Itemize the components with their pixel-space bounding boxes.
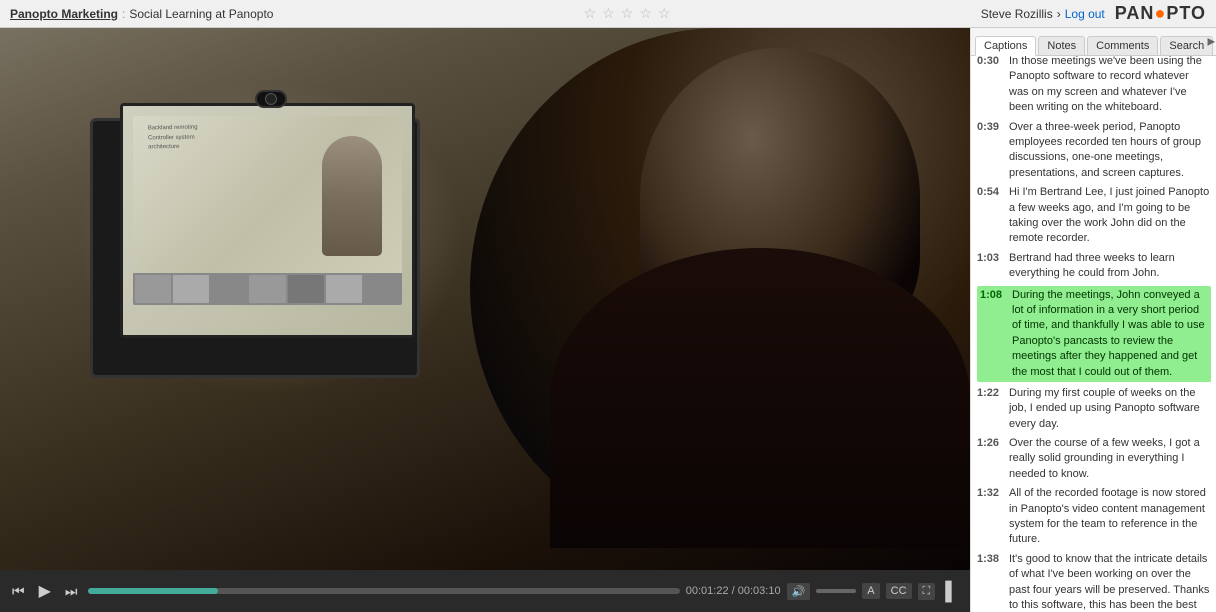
caption-time: 0:39 [977, 120, 1005, 182]
topbar-subtitle: Social Learning at Panopto [129, 7, 273, 21]
logout-link[interactable]: Log out [1065, 7, 1105, 21]
user-separator: › [1057, 7, 1061, 21]
captions-panel: Captions Notes Comments Search ▶ 0:03Hi … [970, 28, 1216, 612]
caption-entry[interactable]: 0:54Hi I'm Bertrand Lee, I just joined P… [977, 185, 1211, 247]
volume-button[interactable]: 🔊 [787, 583, 811, 600]
caption-text: In those meetings we've been using the P… [1009, 56, 1211, 116]
caption-time: 1:03 [977, 251, 1005, 282]
time-total: 00:03:10 [738, 585, 781, 597]
caption-time: 1:38 [977, 552, 1005, 612]
quality-button[interactable]: ▌ [941, 579, 962, 604]
caption-time: 1:32 [977, 486, 1005, 548]
star-3[interactable]: ☆ [621, 5, 634, 22]
aa-button[interactable]: A [862, 583, 879, 599]
caption-text: During my first couple of weeks on the j… [1009, 386, 1211, 432]
caption-entry[interactable]: 0:39Over a three-week period, Panopto em… [977, 120, 1211, 182]
tab-notes[interactable]: Notes [1038, 36, 1085, 55]
caption-text: All of the recorded footage is now store… [1009, 486, 1211, 548]
caption-entry[interactable]: 1:08During the meetings, John conveyed a… [977, 286, 1211, 382]
fullscreen-button[interactable]: ⛶ [918, 583, 936, 600]
caption-text: Over the course of a few weeks, I got a … [1009, 436, 1211, 482]
caption-entry[interactable]: 0:30In those meetings we've been using t… [977, 56, 1211, 116]
panopto-logo: PAN●PTO [1115, 3, 1206, 24]
caption-text: Bertrand had three weeks to learn everyt… [1009, 251, 1211, 282]
tab-comments[interactable]: Comments [1087, 36, 1158, 55]
topbar-user: Steve Rozillis › Log out [981, 7, 1105, 21]
video-area: Backland remoting Controller system arch… [0, 28, 970, 612]
volume-bar[interactable] [816, 589, 856, 593]
caption-time: 1:26 [977, 436, 1005, 482]
caption-entry[interactable]: 1:32All of the recorded footage is now s… [977, 486, 1211, 548]
time-current: 00:01:22 [686, 585, 729, 597]
tab-arrow-right[interactable]: ▶ [1208, 36, 1216, 47]
topbar: Panopto Marketing : Social Learning at P… [0, 0, 1216, 28]
caption-text: Over a three-week period, Panopto employ… [1009, 120, 1211, 182]
progress-fill [88, 588, 218, 594]
tab-search[interactable]: Search [1160, 36, 1213, 55]
caption-time: 1:08 [980, 288, 1008, 380]
captions-tabs: Captions Notes Comments Search ▶ [971, 28, 1216, 56]
progress-bar[interactable] [88, 588, 680, 594]
tab-captions[interactable]: Captions [975, 36, 1036, 56]
caption-entry[interactable]: 1:26Over the course of a few weeks, I go… [977, 436, 1211, 482]
caption-entry[interactable]: 1:03Bertrand had three weeks to learn ev… [977, 251, 1211, 282]
captions-content[interactable]: 0:03Hi I'm John Ketchpaw and this Friday… [971, 56, 1216, 612]
time-display: 00:01:22 / 00:03:10 [686, 585, 781, 597]
main-layout: Backland remoting Controller system arch… [0, 28, 1216, 612]
caption-text: During the meetings, John conveyed a lot… [1012, 288, 1208, 380]
controls-bar: ⏮ ▶ ⏭ 00:01:22 / 00:03:10 🔊 A CC ⛶ ▌ [0, 570, 970, 612]
caption-time: 0:30 [977, 56, 1005, 116]
caption-entry[interactable]: 1:22During my first couple of weeks on t… [977, 386, 1211, 432]
caption-text: Hi I'm Bertrand Lee, I just joined Panop… [1009, 185, 1211, 247]
star-2[interactable]: ☆ [602, 5, 615, 22]
person-silhouette [470, 28, 970, 548]
captions-button[interactable]: CC [886, 583, 912, 599]
caption-entry[interactable]: 1:38It's good to know that the intricate… [977, 552, 1211, 612]
webcam [255, 90, 287, 108]
topbar-separator: : [122, 7, 125, 21]
star-4[interactable]: ☆ [639, 5, 652, 22]
screen-content: Backland remoting Controller system arch… [120, 103, 415, 338]
caption-time: 0:54 [977, 185, 1005, 247]
star-5[interactable]: ☆ [658, 5, 671, 22]
skip-back-button[interactable]: ⏮ [8, 581, 29, 602]
star-1[interactable]: ☆ [584, 5, 597, 22]
video-background: Backland remoting Controller system arch… [0, 28, 970, 570]
star-rating: ☆ ☆ ☆ ☆ ☆ [273, 5, 980, 22]
caption-time: 1:22 [977, 386, 1005, 432]
caption-text: It's good to know that the intricate det… [1009, 552, 1211, 612]
skip-forward-button[interactable]: ⏭ [61, 581, 82, 602]
user-name: Steve Rozillis [981, 7, 1053, 21]
topbar-left: Panopto Marketing : Social Learning at P… [10, 7, 273, 21]
play-button[interactable]: ▶ [35, 579, 55, 603]
topbar-title-link[interactable]: Panopto Marketing [10, 7, 118, 21]
